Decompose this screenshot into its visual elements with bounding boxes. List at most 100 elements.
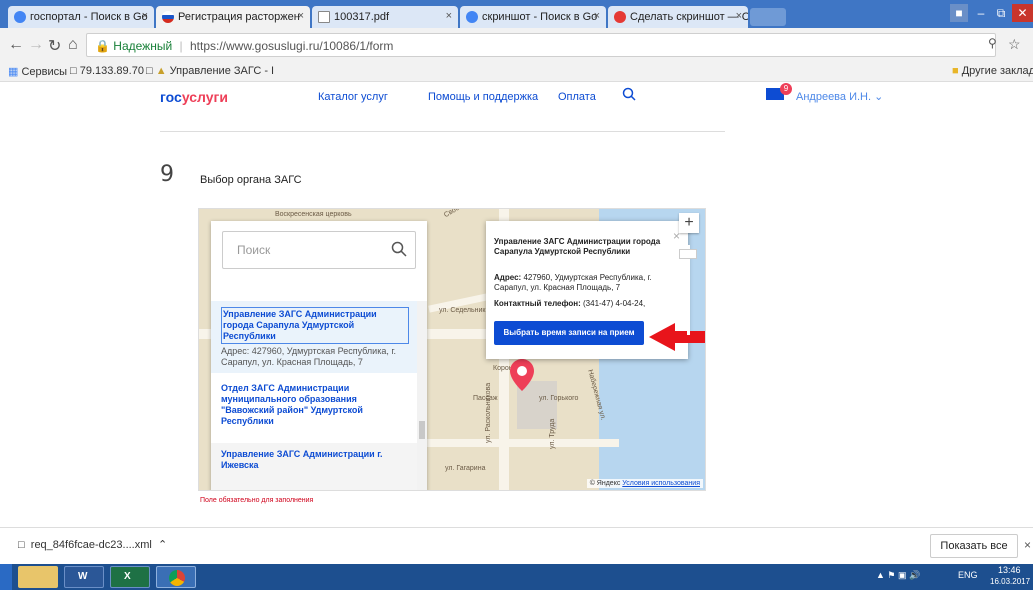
- nav-payment[interactable]: Оплата: [558, 91, 596, 103]
- url-separator: |: [179, 39, 183, 53]
- user-menu[interactable]: Андреева И.Н. ⌄: [796, 90, 883, 103]
- tab-close-icon[interactable]: ×: [446, 10, 452, 22]
- browser-tab-1[interactable]: госпортал - Поиск в Go ×: [8, 6, 154, 28]
- zoom-in-button[interactable]: +: [679, 213, 699, 233]
- popup-phone-label: Контактный телефон:: [494, 299, 581, 308]
- reload-icon[interactable]: ↻: [48, 36, 61, 56]
- apps-grid-icon: ▦: [8, 66, 19, 78]
- copyright-text: © Яндекс: [589, 480, 621, 487]
- tab-label: госпортал - Поиск в Go: [30, 11, 148, 23]
- map-label: ул. Горького: [539, 395, 579, 402]
- forward-icon[interactable]: →: [28, 36, 44, 54]
- tab-close-icon[interactable]: ×: [594, 10, 600, 22]
- lock-icon: 🔒: [95, 39, 110, 53]
- map[interactable]: Воскресенская церковь ул. Седельник ул. …: [198, 208, 706, 491]
- back-icon[interactable]: ←: [8, 36, 24, 54]
- chevron-up-icon[interactable]: ⌃: [158, 539, 167, 551]
- list-item[interactable]: Управление ЗАГС Администрации города Сар…: [211, 301, 419, 373]
- step-number: 9: [160, 162, 174, 187]
- google-icon: [466, 11, 478, 23]
- popup-title: Управление ЗАГС Администрации города Сар…: [494, 237, 661, 256]
- bookmark-apps[interactable]: ▦ Сервисы: [8, 65, 67, 78]
- site-header: госуслуги Каталог услуг Помощь и поддерж…: [0, 82, 1033, 112]
- zoom-slider-handle[interactable]: [679, 249, 697, 259]
- star-icon[interactable]: ☆: [1008, 36, 1021, 53]
- bookmark-label: 79.133.89.70: [79, 65, 144, 77]
- close-window-icon[interactable]: ✕: [1012, 4, 1033, 22]
- search-input[interactable]: Поиск: [222, 231, 416, 269]
- page-content: госуслуги Каталог услуг Помощь и поддерж…: [0, 82, 1033, 527]
- minimize-icon[interactable]: –: [972, 4, 990, 22]
- logo-part-gos: гос: [160, 89, 182, 105]
- zoom-icon[interactable]: ⚲: [988, 36, 997, 50]
- new-tab-button[interactable]: [750, 8, 786, 26]
- scrollbar-thumb[interactable]: [419, 421, 425, 439]
- map-label: ул. Раскольникова: [485, 382, 492, 443]
- book-appointment-button[interactable]: Выбрать время записи на прием: [494, 321, 644, 345]
- user-name: Андреева И.Н.: [796, 91, 872, 103]
- russia-flag-icon: [162, 11, 174, 23]
- bookmark-label: Сервисы: [21, 66, 68, 78]
- popup-address-label: Адрес:: [494, 273, 522, 282]
- home-icon[interactable]: ⌂: [68, 36, 78, 54]
- section-divider: [160, 131, 725, 132]
- excel-icon[interactable]: X: [110, 566, 150, 588]
- language-indicator[interactable]: ENG: [958, 570, 978, 580]
- list-item[interactable]: Управление ЗАГС Администрации г. Ижевска: [211, 443, 419, 490]
- tab-close-icon[interactable]: ×: [142, 10, 148, 22]
- bookmark-zags[interactable]: □ ▲ Управление ЗАГС - I: [146, 65, 274, 77]
- file-icon: □: [18, 539, 25, 551]
- tray-icons[interactable]: ▲ ⚑ ▣ 🔊: [876, 570, 920, 581]
- logo-part-uslugi: услуги: [181, 89, 228, 105]
- browser-tab-2[interactable]: Регистрация расторжен ×: [156, 6, 310, 28]
- download-item[interactable]: □ req_84f6fcae-dc23....xml ⌃: [18, 538, 167, 551]
- required-field-note: Поле обязательно для заполнения: [200, 497, 314, 504]
- emblem-icon: ▲: [155, 65, 167, 77]
- clock-time[interactable]: 13:46: [998, 565, 1021, 575]
- tab-close-icon[interactable]: ×: [736, 10, 742, 22]
- word-icon[interactable]: W: [64, 566, 104, 588]
- list-item[interactable]: Отдел ЗАГС Администрации муниципального …: [211, 377, 419, 443]
- browser-tab-3[interactable]: 100317.pdf ×: [312, 6, 458, 28]
- map-copyright: © Яндекс Условия использования: [586, 479, 703, 488]
- bookmark-ip[interactable]: □ 79.133.89.70: [70, 65, 144, 77]
- popup-phone: Контактный телефон: (341-47) 4-04-24,: [494, 299, 684, 309]
- bookmarks-bar: ▦ Сервисы □ 79.133.89.70 □ ▲ Управление …: [0, 62, 1033, 82]
- url-field[interactable]: 🔒 Надежный | https://www.gosuslugi.ru/10…: [86, 33, 996, 57]
- document-icon: [318, 11, 330, 23]
- clock-date[interactable]: 16.03.2017: [990, 577, 1030, 586]
- map-label: ул. Труда: [549, 418, 556, 449]
- list-item-name: Управление ЗАГС Администрации г. Ижевска: [221, 449, 383, 470]
- explorer-icon[interactable]: [18, 566, 58, 588]
- chrome-icon[interactable]: [156, 566, 196, 588]
- windows-taskbar: W X ▲ ⚑ ▣ 🔊 ENG 13:46 16.03.2017: [0, 564, 1033, 590]
- download-filename: req_84f6fcae-dc23....xml: [30, 539, 152, 551]
- gosuslugi-logo[interactable]: госуслуги: [160, 89, 228, 105]
- start-button[interactable]: [0, 564, 12, 590]
- step-title: Выбор органа ЗАГС: [200, 174, 302, 186]
- map-pin-icon[interactable]: [510, 359, 534, 396]
- maximize-icon[interactable]: ⧉: [992, 4, 1010, 22]
- show-all-button[interactable]: Показать все: [930, 534, 1018, 558]
- page-icon: □: [146, 65, 153, 77]
- popup-address: Адрес: 427960, Удмуртская Республика, г.…: [494, 273, 674, 293]
- list-item-name: Управление ЗАГС Администрации города Сар…: [221, 307, 409, 344]
- browser-tab-5[interactable]: Сделать скриншот — Ск ×: [608, 6, 748, 28]
- browser-tab-4[interactable]: скриншот - Поиск в Go ×: [460, 6, 606, 28]
- bookmark-label: Другие закладки: [961, 65, 1033, 77]
- user-profile-icon[interactable]: ■: [950, 4, 968, 22]
- search-icon[interactable]: [622, 87, 636, 106]
- tab-close-icon[interactable]: ×: [298, 10, 304, 22]
- tab-label: Сделать скриншот — Ск: [630, 11, 748, 23]
- address-bar: ← → ↻ ⌂ 🔒 Надежный | https://www.gosuslu…: [0, 28, 1033, 62]
- chevron-down-icon: ⌄: [874, 91, 884, 103]
- close-icon[interactable]: ×: [1024, 538, 1031, 552]
- bookmark-other[interactable]: ■ Другие закладки: [952, 65, 1033, 77]
- list-scrollbar[interactable]: [417, 301, 427, 490]
- search-icon[interactable]: [391, 241, 407, 257]
- nav-catalog[interactable]: Каталог услуг: [318, 91, 388, 103]
- terms-link[interactable]: Условия использования: [622, 480, 700, 487]
- list-item-name: Отдел ЗАГС Администрации муниципального …: [221, 383, 363, 426]
- nav-help[interactable]: Помощь и поддержка: [428, 91, 538, 103]
- map-label: Воскресенская церковь: [275, 211, 352, 218]
